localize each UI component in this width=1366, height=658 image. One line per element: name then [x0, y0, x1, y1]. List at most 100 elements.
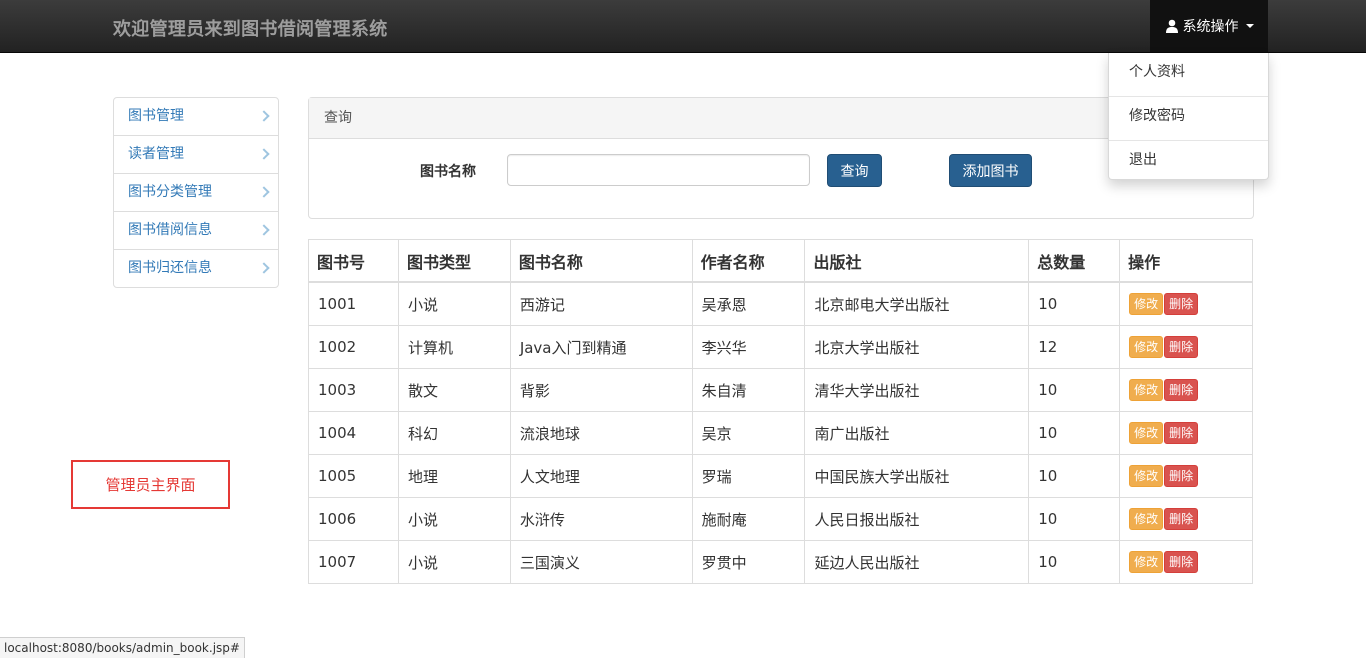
- sidebar-item-label: 图书归还信息: [128, 260, 212, 276]
- table-cell: 1002: [308, 325, 399, 369]
- app-title: 欢迎管理员来到图书借阅管理系统: [113, 19, 388, 40]
- table-cell: 北京大学出版社: [804, 325, 1030, 369]
- table-cell: 10: [1028, 411, 1121, 455]
- table-cell-actions: 修改 删除: [1119, 454, 1253, 498]
- table-cell: 罗瑞: [691, 454, 806, 498]
- annotation-label: 管理员主界面: [71, 460, 230, 509]
- table-cell-actions: 修改 删除: [1119, 497, 1253, 541]
- sidebar: 图书管理 读者管理 图书分类管理 图书借阅信息 图书归还信息: [113, 97, 279, 288]
- table-row: 1002 计算机 Java入门到精通 李兴华 北京大学出版社 12 修改 删除: [308, 325, 1253, 369]
- menu-item-change-password[interactable]: 修改密码: [1109, 97, 1268, 141]
- table-cell: 计算机: [397, 325, 511, 369]
- delete-button[interactable]: 删除: [1164, 336, 1199, 358]
- sidebar-item-return-info[interactable]: 图书归还信息: [114, 250, 278, 287]
- table-cell: 清华大学出版社: [804, 368, 1030, 412]
- sidebar-item-label: 图书借阅信息: [128, 222, 212, 238]
- table-body: 1001 小说 西游记 吴承恩 北京邮电大学出版社 10 修改 删除 1002 计算机 Java入门…: [308, 281, 1253, 584]
- delete-button[interactable]: 删除: [1164, 422, 1199, 444]
- table-cell: 1007: [308, 540, 399, 584]
- column-header: 图书号: [308, 239, 399, 283]
- column-header: 图书名称: [509, 239, 693, 283]
- table-cell: 吴京: [691, 411, 806, 455]
- delete-button[interactable]: 删除: [1164, 508, 1199, 530]
- table-row: 1003 散文 背影 朱自清 清华大学出版社 10 修改 删除: [308, 368, 1253, 412]
- query-button[interactable]: 查询: [827, 154, 882, 187]
- table-row: 1001 小说 西游记 吴承恩 北京邮电大学出版社 10 修改 删除: [308, 281, 1253, 326]
- table-cell: 10: [1028, 454, 1121, 498]
- table-cell: 小说: [397, 281, 511, 326]
- table-row: 1006 小说 水浒传 施耐庵 人民日报出版社 10 修改 删除: [308, 497, 1253, 541]
- table-cell: 朱自清: [691, 368, 806, 412]
- table-cell: 10: [1028, 540, 1121, 584]
- table-cell: 12: [1028, 325, 1121, 369]
- system-menu-toggle[interactable]: 系统操作: [1150, 0, 1268, 52]
- sidebar-item-label: 图书管理: [128, 108, 184, 124]
- table-cell-actions: 修改 删除: [1119, 411, 1253, 455]
- table-header-row: 图书号 图书类型 图书名称 作者名称 出版社 总数量 操作: [308, 239, 1253, 283]
- table-cell: 人文地理: [509, 454, 693, 498]
- table-cell: 中国民族大学出版社: [804, 454, 1030, 498]
- chevron-right-icon: [258, 148, 270, 160]
- column-header: 出版社: [804, 239, 1030, 283]
- edit-button[interactable]: 修改: [1129, 336, 1164, 358]
- table-cell: 小说: [397, 540, 511, 584]
- table-cell: 李兴华: [691, 325, 806, 369]
- table-cell: 流浪地球: [509, 411, 693, 455]
- column-header: 操作: [1119, 239, 1253, 283]
- delete-button[interactable]: 删除: [1164, 465, 1199, 487]
- table-cell: 1006: [308, 497, 399, 541]
- menu-item-profile[interactable]: 个人资料: [1109, 53, 1268, 97]
- top-navbar: 欢迎管理员来到图书借阅管理系统 系统操作: [0, 0, 1366, 53]
- table-cell: 1001: [308, 281, 399, 326]
- edit-button[interactable]: 修改: [1129, 422, 1164, 444]
- table-cell: 1005: [308, 454, 399, 498]
- delete-button[interactable]: 删除: [1164, 293, 1199, 315]
- table-cell: 1003: [308, 368, 399, 412]
- table-cell: 南广出版社: [804, 411, 1030, 455]
- book-name-input[interactable]: [507, 154, 810, 186]
- edit-button[interactable]: 修改: [1129, 465, 1164, 487]
- table-cell: 吴承恩: [691, 281, 806, 326]
- table-cell: 三国演义: [509, 540, 693, 584]
- book-table: 图书号 图书类型 图书名称 作者名称 出版社 总数量 操作 1001 小说 西游记 吴承恩 北京邮电…: [308, 239, 1253, 584]
- table-cell: Java入门到精通: [509, 325, 693, 369]
- table-cell-actions: 修改 删除: [1119, 325, 1253, 369]
- sidebar-item-reader-management[interactable]: 读者管理: [114, 136, 278, 174]
- table-cell: 人民日报出版社: [804, 497, 1030, 541]
- table-cell: 西游记: [509, 281, 693, 326]
- table-row: 1007 小说 三国演义 罗贯中 延边人民出版社 10 修改 删除: [308, 540, 1253, 584]
- column-header: 总数量: [1028, 239, 1121, 283]
- table-cell: 北京邮电大学出版社: [804, 281, 1030, 326]
- table-row: 1004 科幻 流浪地球 吴京 南广出版社 10 修改 删除: [308, 411, 1253, 455]
- chevron-right-icon: [258, 186, 270, 198]
- table-cell: 罗贯中: [691, 540, 806, 584]
- table-cell-actions: 修改 删除: [1119, 540, 1253, 584]
- chevron-right-icon: [258, 262, 270, 274]
- column-header: 图书类型: [397, 239, 511, 283]
- sidebar-item-category-management[interactable]: 图书分类管理: [114, 174, 278, 212]
- system-dropdown-menu: 个人资料 修改密码 退出: [1108, 53, 1269, 180]
- book-name-label: 图书名称: [420, 164, 476, 180]
- sidebar-item-label: 图书分类管理: [128, 184, 212, 200]
- edit-button[interactable]: 修改: [1129, 379, 1164, 401]
- menu-item-logout[interactable]: 退出: [1109, 141, 1268, 185]
- edit-button[interactable]: 修改: [1129, 293, 1164, 315]
- table-cell: 背影: [509, 368, 693, 412]
- sidebar-item-book-management[interactable]: 图书管理: [114, 98, 278, 136]
- table-cell: 地理: [397, 454, 511, 498]
- sidebar-item-borrow-info[interactable]: 图书借阅信息: [114, 212, 278, 250]
- chevron-right-icon: [258, 224, 270, 236]
- table-cell: 延边人民出版社: [804, 540, 1030, 584]
- chevron-right-icon: [258, 110, 270, 122]
- system-menu-label: 系统操作: [1182, 19, 1239, 35]
- table-row: 1005 地理 人文地理 罗瑞 中国民族大学出版社 10 修改 删除: [308, 454, 1253, 498]
- status-url: localhost:8080/books/admin_book.jsp#: [0, 637, 245, 658]
- table-cell: 小说: [397, 497, 511, 541]
- table-cell: 1004: [308, 411, 399, 455]
- edit-button[interactable]: 修改: [1129, 551, 1164, 573]
- user-icon: [1165, 19, 1178, 33]
- delete-button[interactable]: 删除: [1164, 551, 1199, 573]
- add-book-button[interactable]: 添加图书: [949, 154, 1032, 187]
- delete-button[interactable]: 删除: [1164, 379, 1199, 401]
- edit-button[interactable]: 修改: [1129, 508, 1164, 530]
